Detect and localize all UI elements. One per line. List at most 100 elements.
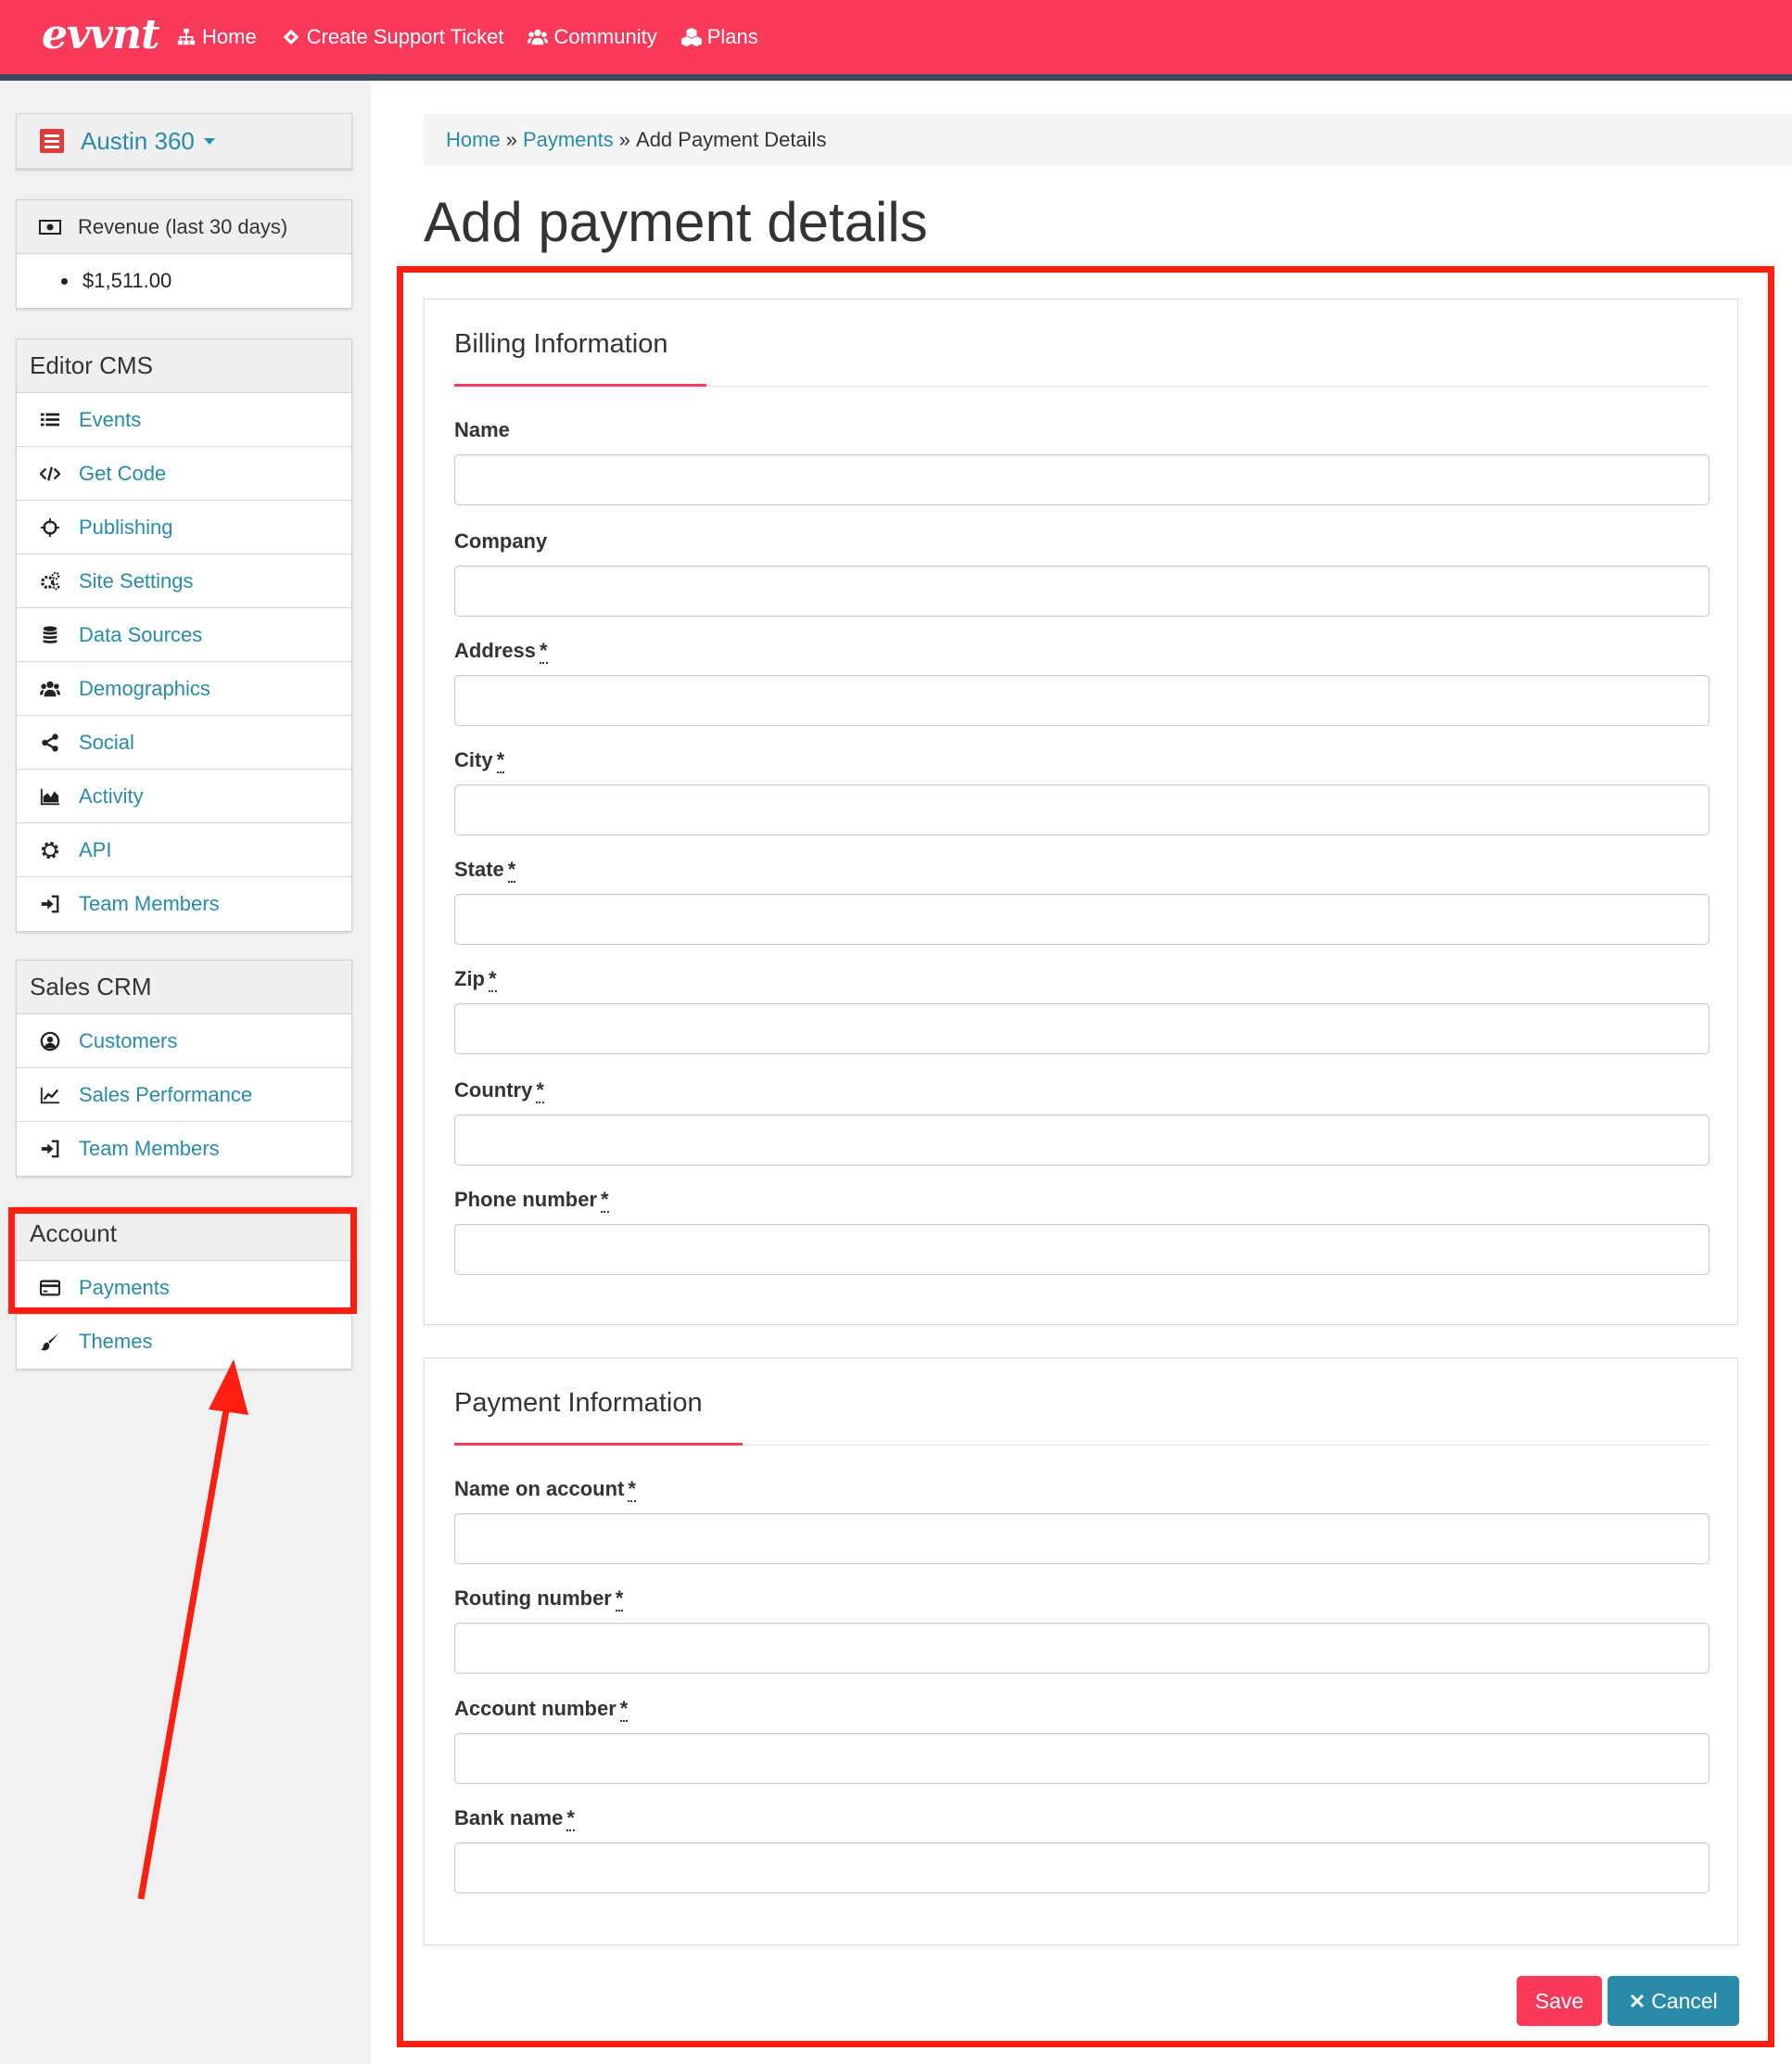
account-number-field[interactable] <box>454 1733 1709 1784</box>
sidebar-item-get-code[interactable]: Get Code <box>17 447 351 501</box>
sidebar-item-team-members[interactable]: Team Members <box>17 877 351 931</box>
sidebar-item-customers[interactable]: Customers <box>17 1014 351 1068</box>
sidebar-item-label: API <box>79 837 112 861</box>
breadcrumb-home-link[interactable]: Home <box>446 128 501 152</box>
brand-logo[interactable]: evvnt <box>42 11 159 58</box>
sidebar-item-data-sources[interactable]: Data Sources <box>17 608 351 662</box>
area-chart-icon <box>40 788 60 805</box>
required-marker: * <box>507 858 516 883</box>
sidebar-item-label: Site Settings <box>79 568 194 592</box>
payment-section-title: Payment Information <box>454 1388 703 1418</box>
bullet <box>61 277 68 285</box>
sidebar-item-api[interactable]: API <box>17 823 351 877</box>
account-number-label: Account number * <box>454 1697 629 1722</box>
name-on-account-field[interactable] <box>454 1513 1709 1564</box>
breadcrumb: Home » Payments » Add Payment Details <box>424 114 1792 166</box>
sidebar-item-label: Team Members <box>79 1137 220 1160</box>
ticket-icon <box>283 29 299 45</box>
account-panel: Account Payments Themes <box>16 1206 352 1370</box>
city-field[interactable] <box>454 784 1709 835</box>
payment-information-card: Payment Information Name on account * Rou… <box>424 1357 1738 1945</box>
cancel-button-label: Cancel <box>1651 1988 1718 2013</box>
sidebar-item-demographics[interactable]: Demographics <box>17 662 351 716</box>
save-button[interactable]: Save <box>1517 1976 1602 2026</box>
nav-plans-link[interactable]: Plans <box>680 25 758 49</box>
code-icon <box>40 465 60 481</box>
title-underline <box>454 1443 743 1446</box>
zip-label: Zip * <box>454 967 497 992</box>
billing-information-card: Billing Information Name Company Address… <box>424 299 1738 1325</box>
title-underline <box>454 384 706 387</box>
sidebar-item-site-settings[interactable]: Site Settings <box>17 554 351 608</box>
billing-section-title: Billing Information <box>454 329 668 359</box>
phone-number-field[interactable] <box>454 1224 1709 1275</box>
name-field[interactable] <box>454 454 1709 505</box>
required-marker: * <box>540 639 548 664</box>
line-chart-icon <box>40 1087 60 1103</box>
cubes-icon <box>680 27 702 47</box>
revenue-value-item: $1,511.00 <box>17 254 351 308</box>
required-marker: * <box>536 1078 544 1103</box>
sidebar-item-label: Social <box>79 730 134 754</box>
city-label: City * <box>454 748 505 773</box>
name-on-account-label: Name on account * <box>454 1477 636 1502</box>
sidebar: Austin 360 Revenue (last 30 days) $1,511… <box>0 81 371 2064</box>
sidebar-item-label: Events <box>79 407 142 431</box>
cancel-button[interactable]: Cancel <box>1608 1976 1739 2026</box>
money-icon <box>39 219 61 235</box>
nav-home-label: Home <box>202 25 257 48</box>
bank-name-label: Bank name * <box>454 1806 575 1831</box>
nav-support-ticket-link[interactable]: Create Support Ticket <box>281 25 504 49</box>
user-circle-icon <box>40 1031 60 1051</box>
sales-crm-heading: Sales CRM <box>17 961 351 1014</box>
zip-field[interactable] <box>454 1003 1709 1054</box>
routing-number-label: Routing number * <box>454 1586 624 1612</box>
nav-plans-label: Plans <box>706 25 758 48</box>
nav-community-link[interactable]: Community <box>527 25 657 49</box>
address-field[interactable] <box>454 675 1709 726</box>
breadcrumb-payments-link[interactable]: Payments <box>523 128 614 152</box>
account-heading: Account <box>17 1207 351 1261</box>
credit-card-icon <box>40 1280 60 1295</box>
company-label: Company <box>454 529 548 553</box>
bank-name-field[interactable] <box>454 1842 1709 1893</box>
nav-support-ticket-label: Create Support Ticket <box>306 25 504 48</box>
page-title: Add payment details <box>424 191 928 253</box>
paint-brush-icon <box>40 1332 59 1351</box>
breadcrumb-current: Add Payment Details <box>636 128 827 151</box>
company-field[interactable] <box>454 566 1709 617</box>
routing-number-field[interactable] <box>454 1623 1709 1674</box>
sidebar-item-label: Get Code <box>79 461 167 485</box>
sidebar-item-label: Customers <box>79 1028 178 1052</box>
editor-cms-heading: Editor CMS <box>17 339 351 393</box>
country-label: Country * <box>454 1078 544 1103</box>
cogs-icon <box>41 571 60 590</box>
sidebar-item-payments[interactable]: Payments <box>17 1261 351 1315</box>
sidebar-item-social[interactable]: Social <box>17 716 351 770</box>
navbar-bottom-border <box>0 74 1792 81</box>
gear-icon <box>41 841 59 859</box>
revenue-heading-label: Revenue (last 30 days) <box>78 214 288 238</box>
sidebar-item-team-members[interactable]: Team Members <box>17 1122 351 1176</box>
country-field[interactable] <box>454 1115 1709 1166</box>
sidebar-item-publishing[interactable]: Publishing <box>17 501 351 554</box>
required-marker: * <box>566 1806 575 1831</box>
caret-down-icon <box>203 137 215 145</box>
sign-in-icon <box>41 895 59 913</box>
required-marker: * <box>601 1188 609 1213</box>
nav-home-link[interactable]: Home <box>176 25 257 49</box>
sidebar-item-sales-performance[interactable]: Sales Performance <box>17 1068 351 1122</box>
required-marker: * <box>628 1477 636 1502</box>
required-marker: * <box>489 967 497 992</box>
sidebar-item-label: Activity <box>79 784 144 808</box>
sidebar-item-activity[interactable]: Activity <box>17 770 351 823</box>
sidebar-item-events[interactable]: Events <box>17 393 351 447</box>
sidebar-item-themes[interactable]: Themes <box>17 1315 351 1369</box>
crosshairs-icon <box>40 517 60 537</box>
required-marker: * <box>496 748 505 773</box>
times-icon <box>1631 1994 1645 2008</box>
site-selector-dropdown[interactable]: Austin 360 <box>16 113 352 169</box>
database-icon <box>43 625 57 643</box>
state-field[interactable] <box>454 894 1709 945</box>
sidebar-item-label: Payments <box>79 1275 170 1299</box>
